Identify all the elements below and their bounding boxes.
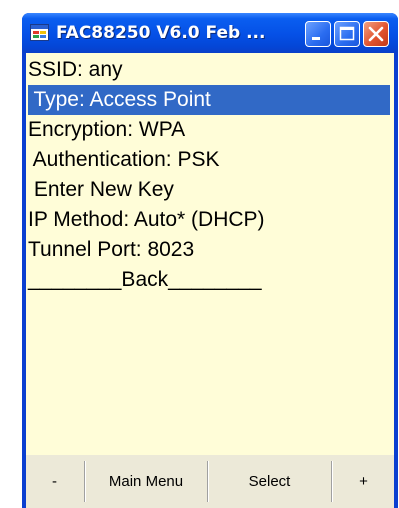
close-button[interactable]: [363, 21, 389, 47]
minus-button[interactable]: -: [26, 455, 83, 508]
plus-button[interactable]: +: [333, 455, 394, 508]
select-button[interactable]: Select: [209, 455, 330, 508]
maximize-button[interactable]: [334, 21, 360, 47]
menu-item-back[interactable]: ________Back________: [28, 265, 390, 295]
minimize-button[interactable]: [305, 21, 331, 47]
menu-item-enter-new-key[interactable]: Enter New Key: [28, 175, 390, 205]
toolbar-separator: [331, 461, 332, 502]
main-menu-button[interactable]: Main Menu: [86, 455, 206, 508]
toolbar-separator: [207, 461, 208, 502]
softkey-toolbar: - Main Menu Select +: [26, 455, 394, 508]
menu-item-encryption[interactable]: Encryption: WPA: [28, 115, 390, 145]
menu-item-tunnel-port[interactable]: Tunnel Port: 8023: [28, 235, 390, 265]
menu-item-ip-method[interactable]: IP Method: Auto* (DHCP): [28, 205, 390, 235]
toolbar-separator: [84, 461, 85, 502]
menu-item-authentication[interactable]: Authentication: PSK: [28, 145, 390, 175]
title-bar[interactable]: FAC88250 V6.0 Feb ...: [22, 13, 398, 53]
maximize-icon: [339, 26, 355, 41]
window-title: FAC88250 V6.0 Feb ...: [56, 23, 266, 43]
minimize-icon: [312, 37, 320, 40]
application-icon[interactable]: [30, 24, 49, 41]
app-window: FAC88250 V6.0 Feb ... SSID: any Type: Ac…: [22, 13, 398, 508]
menu-item-ssid[interactable]: SSID: any: [28, 55, 390, 85]
close-icon: [368, 26, 384, 42]
menu-screen: SSID: any Type: Access Point Encryption:…: [26, 53, 394, 508]
menu-item-type[interactable]: Type: Access Point: [28, 85, 390, 115]
